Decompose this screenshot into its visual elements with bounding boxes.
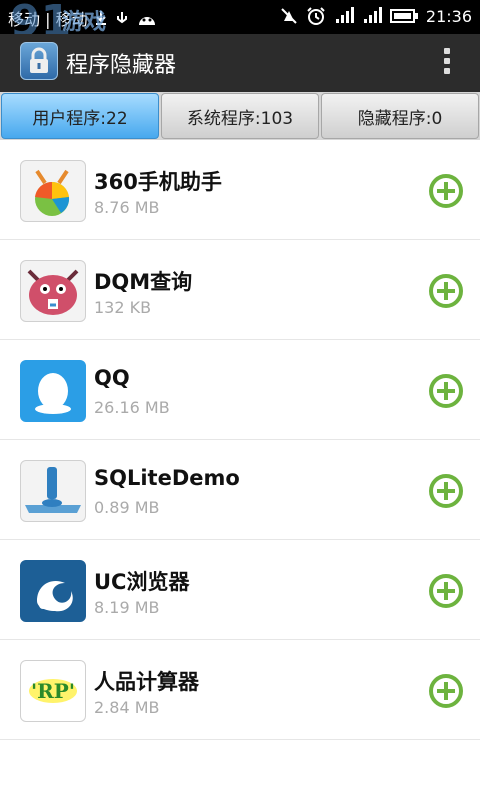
360-assistant-icon <box>20 160 86 222</box>
add-icon[interactable] <box>428 673 464 709</box>
signal-icon-2 <box>363 7 382 23</box>
app-size: 132 KB <box>94 298 152 317</box>
tab-hidden-programs[interactable]: 隐藏程序:0 <box>321 93 479 139</box>
app-size: 2.84 MB <box>94 698 160 717</box>
overflow-menu-icon[interactable] <box>444 48 452 78</box>
add-icon[interactable] <box>428 573 464 609</box>
list-item[interactable]: QQ 26.16 MB <box>0 340 480 440</box>
action-bar: 程序隐藏器 <box>0 34 480 92</box>
alarm-icon <box>307 7 325 25</box>
add-icon[interactable] <box>428 273 464 309</box>
app-name: QQ <box>94 366 130 390</box>
list-item[interactable]: DQM查询 132 KB <box>0 240 480 340</box>
uc-browser-icon <box>20 560 86 622</box>
list-item[interactable]: UC浏览器 8.19 MB <box>0 540 480 640</box>
tab-user-programs[interactable]: 用户程序:22 <box>1 93 159 139</box>
download-icon <box>95 11 106 25</box>
qq-penguin-icon <box>20 360 86 422</box>
signal-icon-1 <box>335 7 354 23</box>
list-item[interactable]: 360手机助手 8.76 MB <box>0 140 480 240</box>
app-name: 360手机助手 <box>94 170 222 194</box>
status-bar: 移动 | 移动 91 游戏 91danji.com 21:36 <box>0 0 480 47</box>
android-icon <box>138 17 155 25</box>
rp-calculator-icon: 'RP' <box>20 660 86 722</box>
app-title: 程序隐藏器 <box>66 53 177 78</box>
svg-text:'RP': 'RP' <box>31 679 75 703</box>
list-item[interactable]: SQLiteDemo 0.89 MB <box>0 440 480 540</box>
add-icon[interactable] <box>428 473 464 509</box>
app-list: 360手机助手 8.76 MB DQM查询 132 KB QQ 26.16 MB… <box>0 140 480 740</box>
clock-text: 21:36 <box>425 6 472 26</box>
list-item[interactable]: 'RP' 人品计算器 2.84 MB <box>0 640 480 740</box>
app-name: SQLiteDemo <box>94 466 240 490</box>
usb-icon <box>116 12 127 24</box>
app-name: UC浏览器 <box>94 570 190 594</box>
app-size: 0.89 MB <box>94 498 160 517</box>
tab-bar: 用户程序:22 系统程序:103 隐藏程序:0 <box>0 92 480 140</box>
add-icon[interactable] <box>428 373 464 409</box>
status-left: 移动 | 移动 <box>8 6 158 30</box>
tab-system-programs[interactable]: 系统程序:103 <box>161 93 319 139</box>
app-name: 人品计算器 <box>94 670 199 694</box>
lock-app-icon <box>20 42 58 80</box>
app-size: 8.76 MB <box>94 198 160 217</box>
app-size: 26.16 MB <box>94 398 170 417</box>
mute-icon <box>281 8 297 24</box>
sqlite-demo-icon <box>20 460 86 522</box>
carrier-text: 移动 | 移动 <box>8 10 88 29</box>
status-right: 21:36 <box>280 6 472 26</box>
battery-icon <box>389 9 418 23</box>
add-icon[interactable] <box>428 173 464 209</box>
app-size: 8.19 MB <box>94 598 160 617</box>
dqm-monster-icon <box>20 260 86 322</box>
app-name: DQM查询 <box>94 270 193 294</box>
